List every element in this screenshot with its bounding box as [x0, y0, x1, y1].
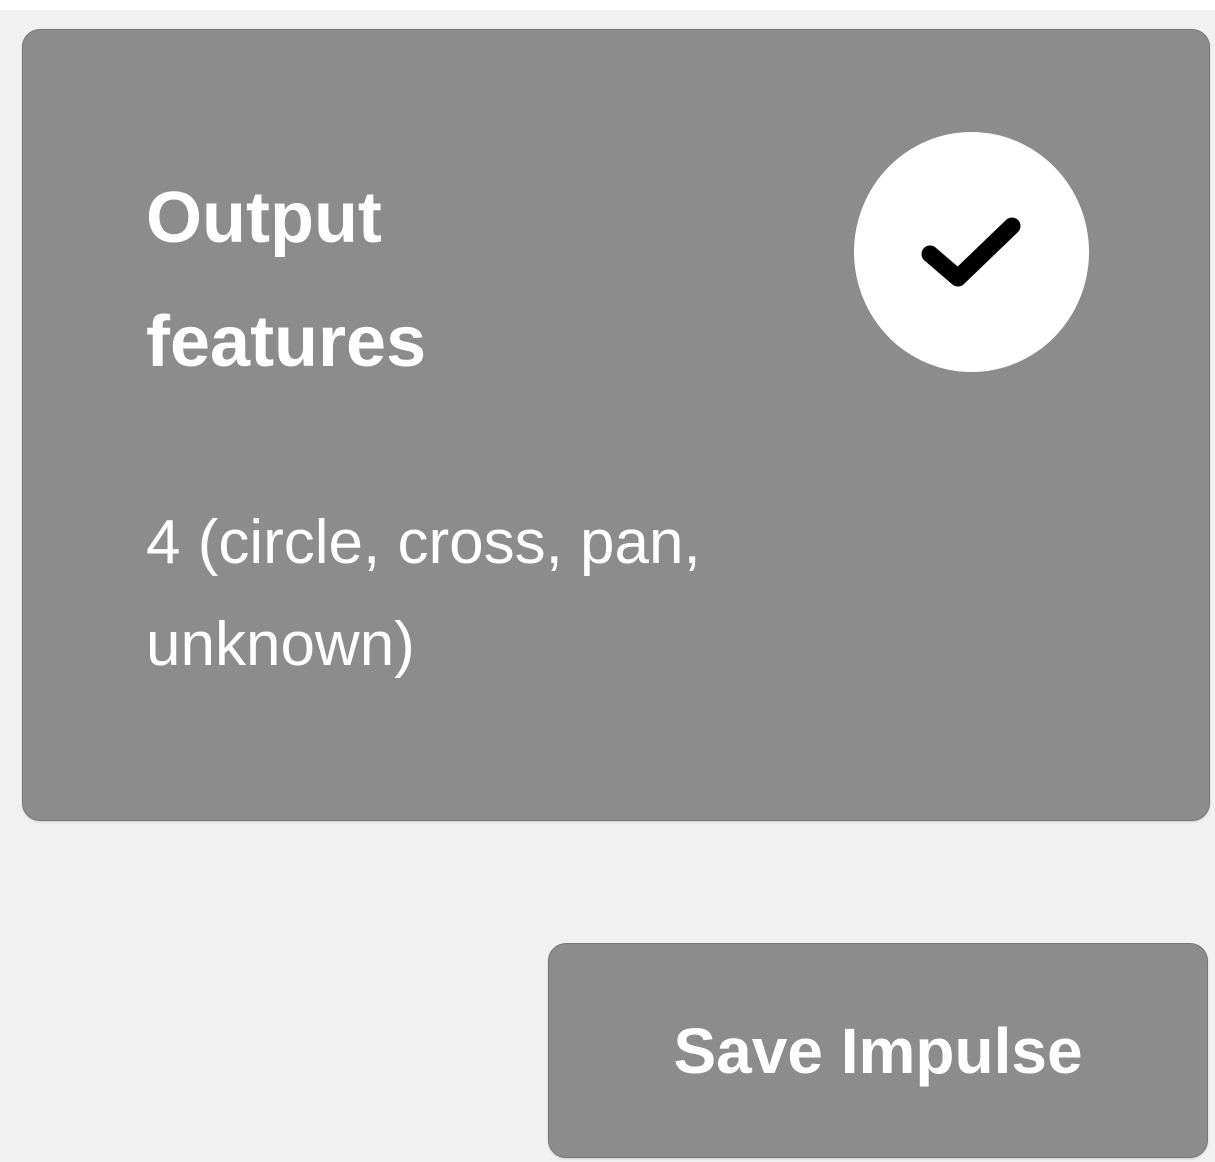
- completed-status-badge: [854, 132, 1089, 372]
- output-features-title: Output features: [146, 178, 427, 382]
- output-features-value: 4 (circle, cross, pan, unknown): [146, 508, 701, 679]
- impulse-design-page: Output features 4 (circle, cross, pan, u…: [0, 0, 1215, 1162]
- save-impulse-button[interactable]: Save Impulse: [548, 943, 1208, 1158]
- top-edge: [0, 0, 1215, 10]
- checkmark-icon: [921, 217, 1021, 287]
- output-features-card: Output features 4 (circle, cross, pan, u…: [22, 29, 1210, 821]
